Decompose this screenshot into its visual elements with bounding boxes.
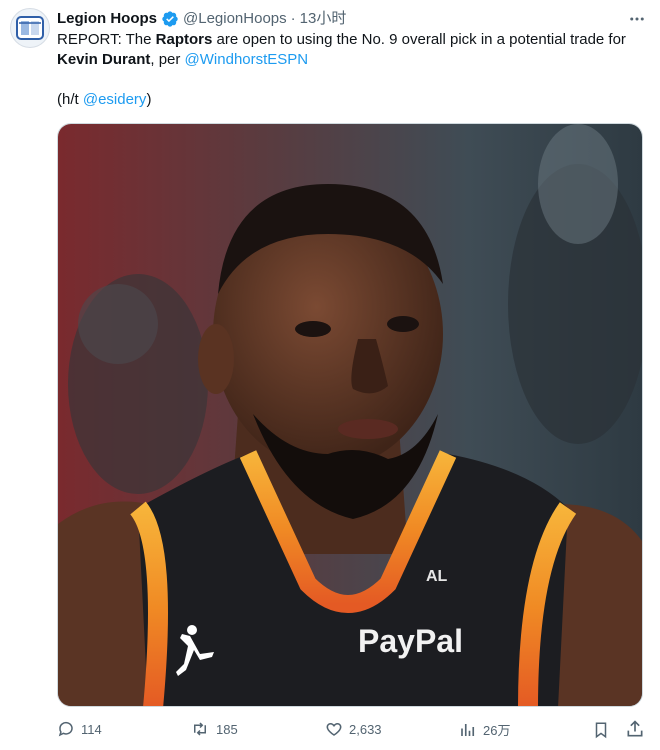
jersey-sponsor-text: PayPal xyxy=(358,623,463,659)
hat-tip-line: (h/t @esidery) xyxy=(57,90,151,110)
text-part: (h/t xyxy=(57,91,83,108)
tweet-timestamp[interactable]: 13小时 xyxy=(300,9,347,29)
like-button[interactable]: 2,633 xyxy=(325,720,382,738)
author-handle[interactable]: @LegionHoops xyxy=(183,9,287,29)
more-icon[interactable] xyxy=(626,8,648,30)
mention-link[interactable]: @esidery xyxy=(83,91,147,108)
verified-badge-icon xyxy=(161,10,179,28)
legion-hoops-logo xyxy=(16,16,44,40)
retweet-count: 185 xyxy=(216,721,238,737)
text-part: , per xyxy=(150,51,185,68)
tweet[interactable]: Legion Hoops @LegionHoops · 13小时 REPORT:… xyxy=(0,0,660,750)
bookmark-icon xyxy=(595,722,607,739)
team-name: Raptors xyxy=(155,31,213,48)
views-icon xyxy=(461,723,475,736)
tweet-actions: 114 185 2,633 26万 xyxy=(57,718,647,744)
text-part: are open to using the No. 9 overall pick… xyxy=(212,31,626,48)
player-photo: PayPal AL xyxy=(58,124,642,706)
retweet-icon xyxy=(194,722,206,736)
like-icon xyxy=(326,722,342,736)
mention-link[interactable]: @WindhorstESPN xyxy=(185,51,309,68)
bookmark-button[interactable] xyxy=(592,720,616,740)
tweet-header: Legion Hoops @LegionHoops · 13小时 xyxy=(57,8,648,30)
view-count: 26万 xyxy=(483,723,511,738)
reply-button[interactable]: 114 xyxy=(57,720,102,738)
avatar[interactable] xyxy=(10,8,50,48)
jersey-patch-text: AL xyxy=(426,568,448,585)
author-name[interactable]: Legion Hoops xyxy=(57,9,157,29)
views-button[interactable]: 26万 xyxy=(459,720,510,739)
tweet-media-photo[interactable]: PayPal AL xyxy=(57,123,643,707)
share-button[interactable] xyxy=(625,719,651,739)
reply-icon xyxy=(58,721,73,737)
retweet-button[interactable]: 185 xyxy=(190,720,238,738)
text-part: REPORT: The xyxy=(57,31,156,48)
like-count: 2,633 xyxy=(349,721,382,737)
tweet-text: REPORT: The Raptors are open to using th… xyxy=(57,30,627,70)
reply-count: 114 xyxy=(81,721,102,737)
player-name: Kevin Durant xyxy=(57,51,151,68)
share-icon xyxy=(627,720,643,737)
text-part: ) xyxy=(146,91,152,108)
separator-dot: · xyxy=(290,10,296,27)
